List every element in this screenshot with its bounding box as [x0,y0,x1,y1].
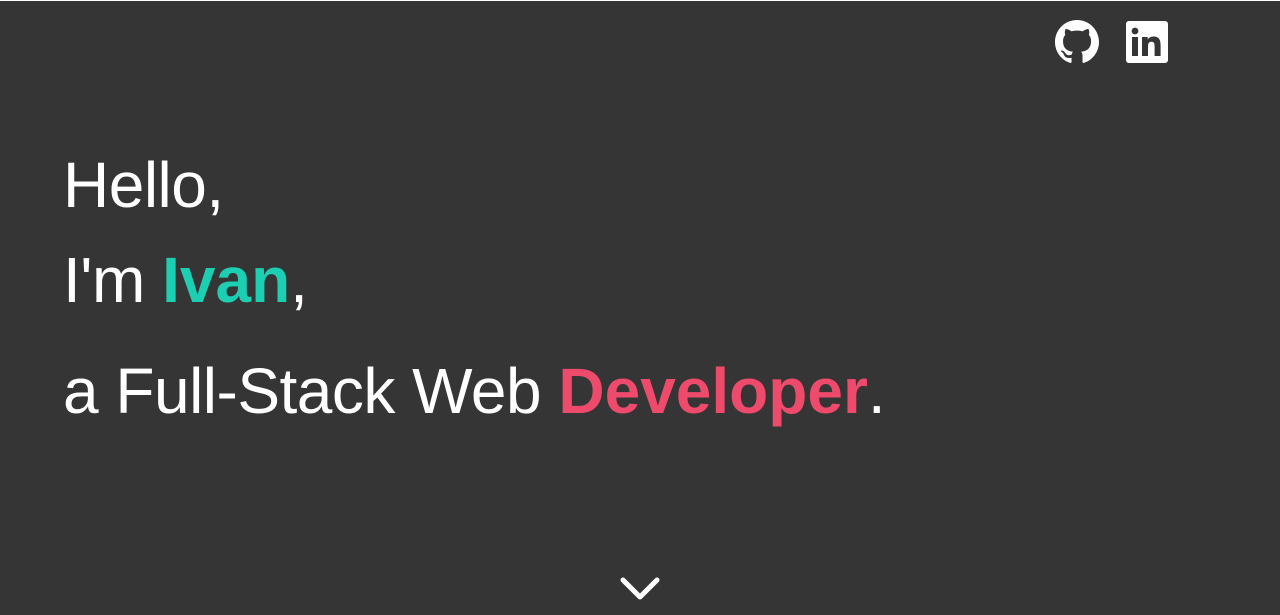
role-suffix: . [867,355,886,427]
intro-prefix: I'm [63,244,163,316]
name-highlight: Ivan [162,244,291,316]
greeting-line: Hello, [63,145,885,225]
intro-suffix: , [290,244,308,316]
scroll-down-button[interactable] [617,571,663,607]
github-icon [1055,20,1099,63]
headline: Hello, I'm Ivan, a Full-Stack Web Develo… [63,145,886,447]
chevron-down-icon [620,577,660,600]
social-links [1054,20,1168,64]
github-link[interactable] [1054,20,1100,64]
intro-line: I'm Ivan, [63,225,885,336]
role-highlight: Developer [558,355,868,427]
role-prefix: a Full-Stack Web [63,355,559,427]
greeting-text: Hello, [63,149,224,221]
hero-section: Hello, I'm Ivan, a Full-Stack Web Develo… [0,1,1280,615]
role-line: a Full-Stack Web Developer. [63,336,886,447]
linkedin-icon [1126,21,1168,63]
linkedin-link[interactable] [1126,21,1168,63]
